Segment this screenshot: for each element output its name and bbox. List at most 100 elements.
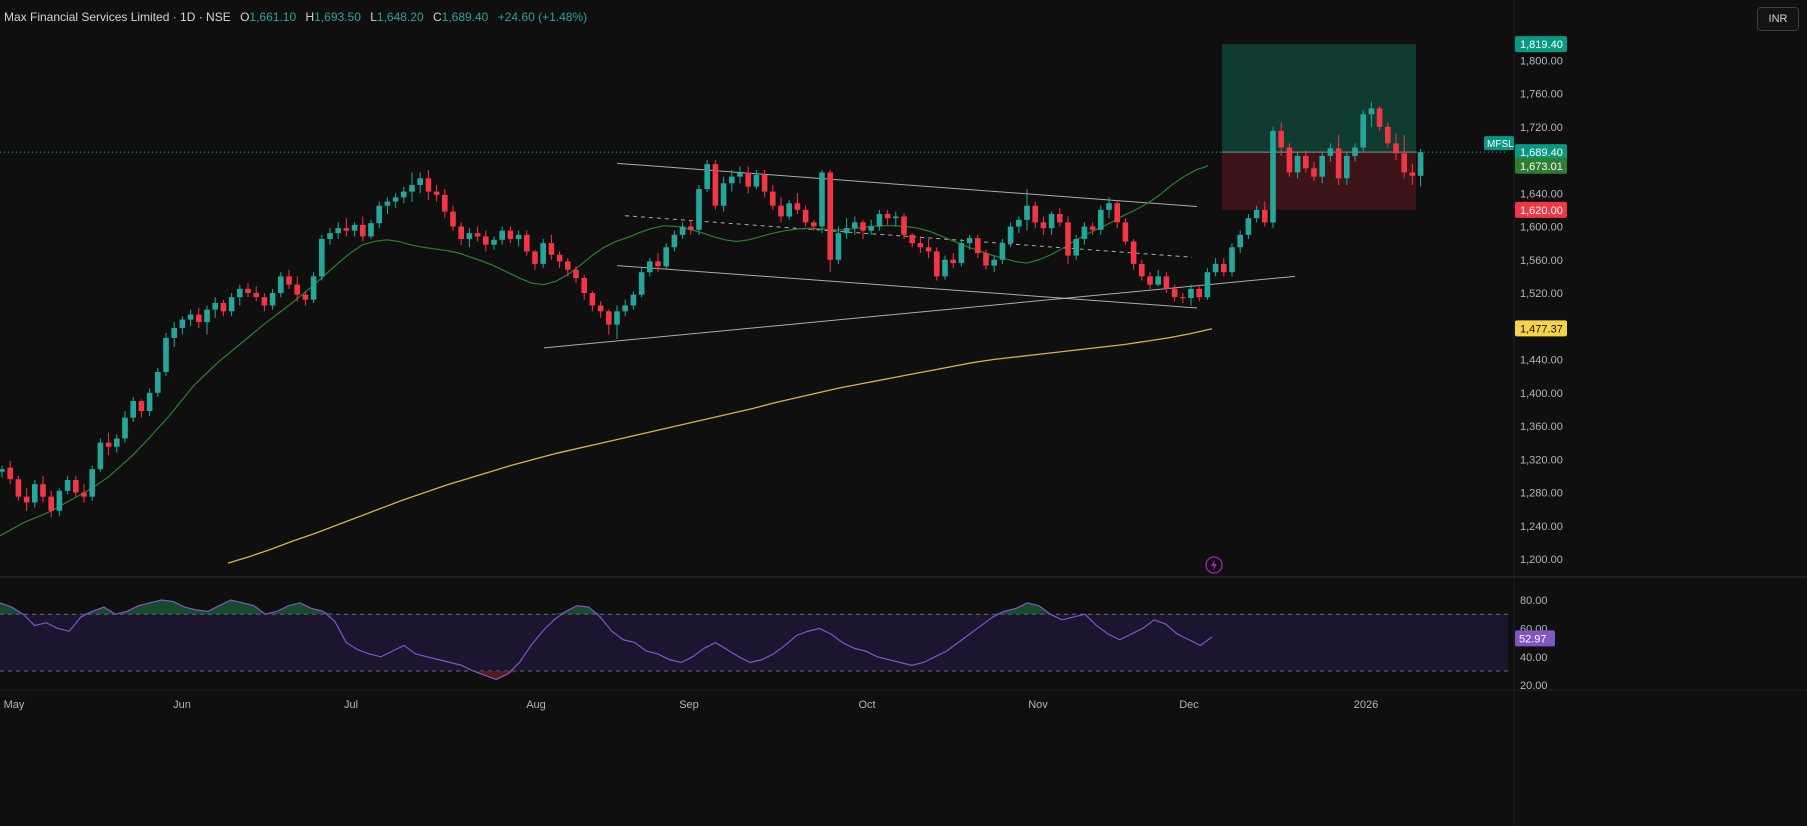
price-chart[interactable]: 1,200.00 1,240.00 1,280.00 1,320.00 1,360.00… (0, 0, 1807, 826)
candle-body (901, 216, 907, 235)
candle-body (1040, 222, 1047, 229)
candle-body (548, 243, 555, 255)
candle (40, 475, 46, 503)
candle (893, 211, 899, 227)
candle-body (925, 247, 932, 252)
candle (524, 230, 530, 256)
candle (73, 475, 79, 497)
candle (220, 299, 227, 317)
candle-body (40, 484, 46, 497)
candle-body (688, 226, 694, 230)
candle-body (1253, 209, 1260, 219)
candle-body (384, 201, 391, 206)
candle-body (319, 238, 325, 277)
candle (1188, 284, 1194, 306)
candle-body (1303, 155, 1309, 169)
candle-body (589, 293, 596, 306)
candle-body (786, 203, 792, 217)
candle (1024, 189, 1030, 231)
candle-body (48, 496, 54, 511)
price-axis-tick: 1,320.00 (1520, 454, 1563, 466)
price-axis-tick: 1,760.00 (1520, 89, 1563, 101)
candle (1196, 284, 1202, 302)
channel-mid-line (624, 215, 1193, 258)
candle-body (638, 272, 645, 295)
candle-body (425, 178, 432, 192)
candle (884, 209, 891, 225)
candle-body (811, 222, 817, 227)
candle (146, 388, 153, 417)
candle (794, 193, 801, 215)
candle-body (614, 311, 620, 325)
candle (655, 253, 661, 273)
candle-body (1163, 276, 1170, 289)
time-axis-tick: Dec (1179, 699, 1199, 711)
candle (1270, 126, 1276, 229)
candle (556, 251, 563, 269)
candle-body (0, 469, 5, 472)
candle-body (1409, 172, 1416, 176)
candle-body (458, 226, 464, 239)
currency-button[interactable]: INR (1757, 7, 1799, 31)
time-axis-tick: Oct (858, 699, 875, 711)
candle (368, 219, 374, 239)
ema-short-price-label: 1,673.01 (1520, 161, 1563, 173)
symbol-title: Max Financial Services Limited · 1D · NS… (4, 10, 231, 24)
candle-body (7, 467, 13, 480)
chart-header: Max Financial Services Limited · 1D · NS… (4, 10, 587, 24)
candle-body (876, 214, 883, 227)
candle (688, 219, 694, 235)
candle-body (540, 243, 546, 264)
candle-body (1089, 226, 1096, 230)
candle-body (1212, 263, 1219, 273)
candle (1147, 272, 1153, 289)
candle (450, 205, 456, 231)
candle (15, 475, 22, 501)
candle-body (204, 309, 210, 323)
rsi-overbought-fill (0, 600, 1212, 615)
time-axis-tick: Sep (679, 699, 699, 711)
candle (540, 238, 546, 269)
candle (876, 209, 883, 231)
candle (1360, 110, 1366, 152)
candle (696, 184, 702, 235)
candle (155, 367, 161, 397)
candle-body (499, 230, 505, 240)
candle (1286, 143, 1293, 177)
candle (729, 169, 735, 192)
price-axis-tick: 1,720.00 (1520, 122, 1563, 134)
candle-body (327, 233, 333, 239)
candle (1155, 269, 1161, 287)
candle (942, 255, 948, 280)
candle (114, 434, 120, 453)
candle-body (565, 261, 571, 270)
candle-body (1393, 143, 1399, 154)
candle (1048, 211, 1055, 235)
candle-body (1016, 219, 1022, 227)
candle (1032, 201, 1038, 229)
candle-body (753, 174, 760, 187)
candle-body (934, 251, 940, 277)
channel-upper-line (616, 162, 1198, 208)
candle-body (1065, 222, 1071, 256)
candle (507, 226, 514, 244)
candle-body (975, 238, 981, 254)
candle (433, 184, 440, 202)
candle-body (647, 261, 653, 273)
rsi-axis-tick: 80.00 (1520, 595, 1548, 607)
candle-body (1262, 209, 1268, 223)
candle (606, 309, 612, 335)
candle (179, 316, 186, 335)
candle (343, 218, 350, 237)
candle-body (745, 172, 751, 187)
candle-body (335, 228, 341, 234)
candle (442, 189, 448, 219)
candle-body (1245, 218, 1252, 235)
candle-body (245, 288, 251, 293)
lightning-icon-bolt (1211, 559, 1217, 571)
candle (1180, 293, 1186, 303)
candle (712, 160, 719, 210)
candle (704, 160, 710, 192)
candle (327, 228, 333, 245)
candle (720, 176, 727, 212)
